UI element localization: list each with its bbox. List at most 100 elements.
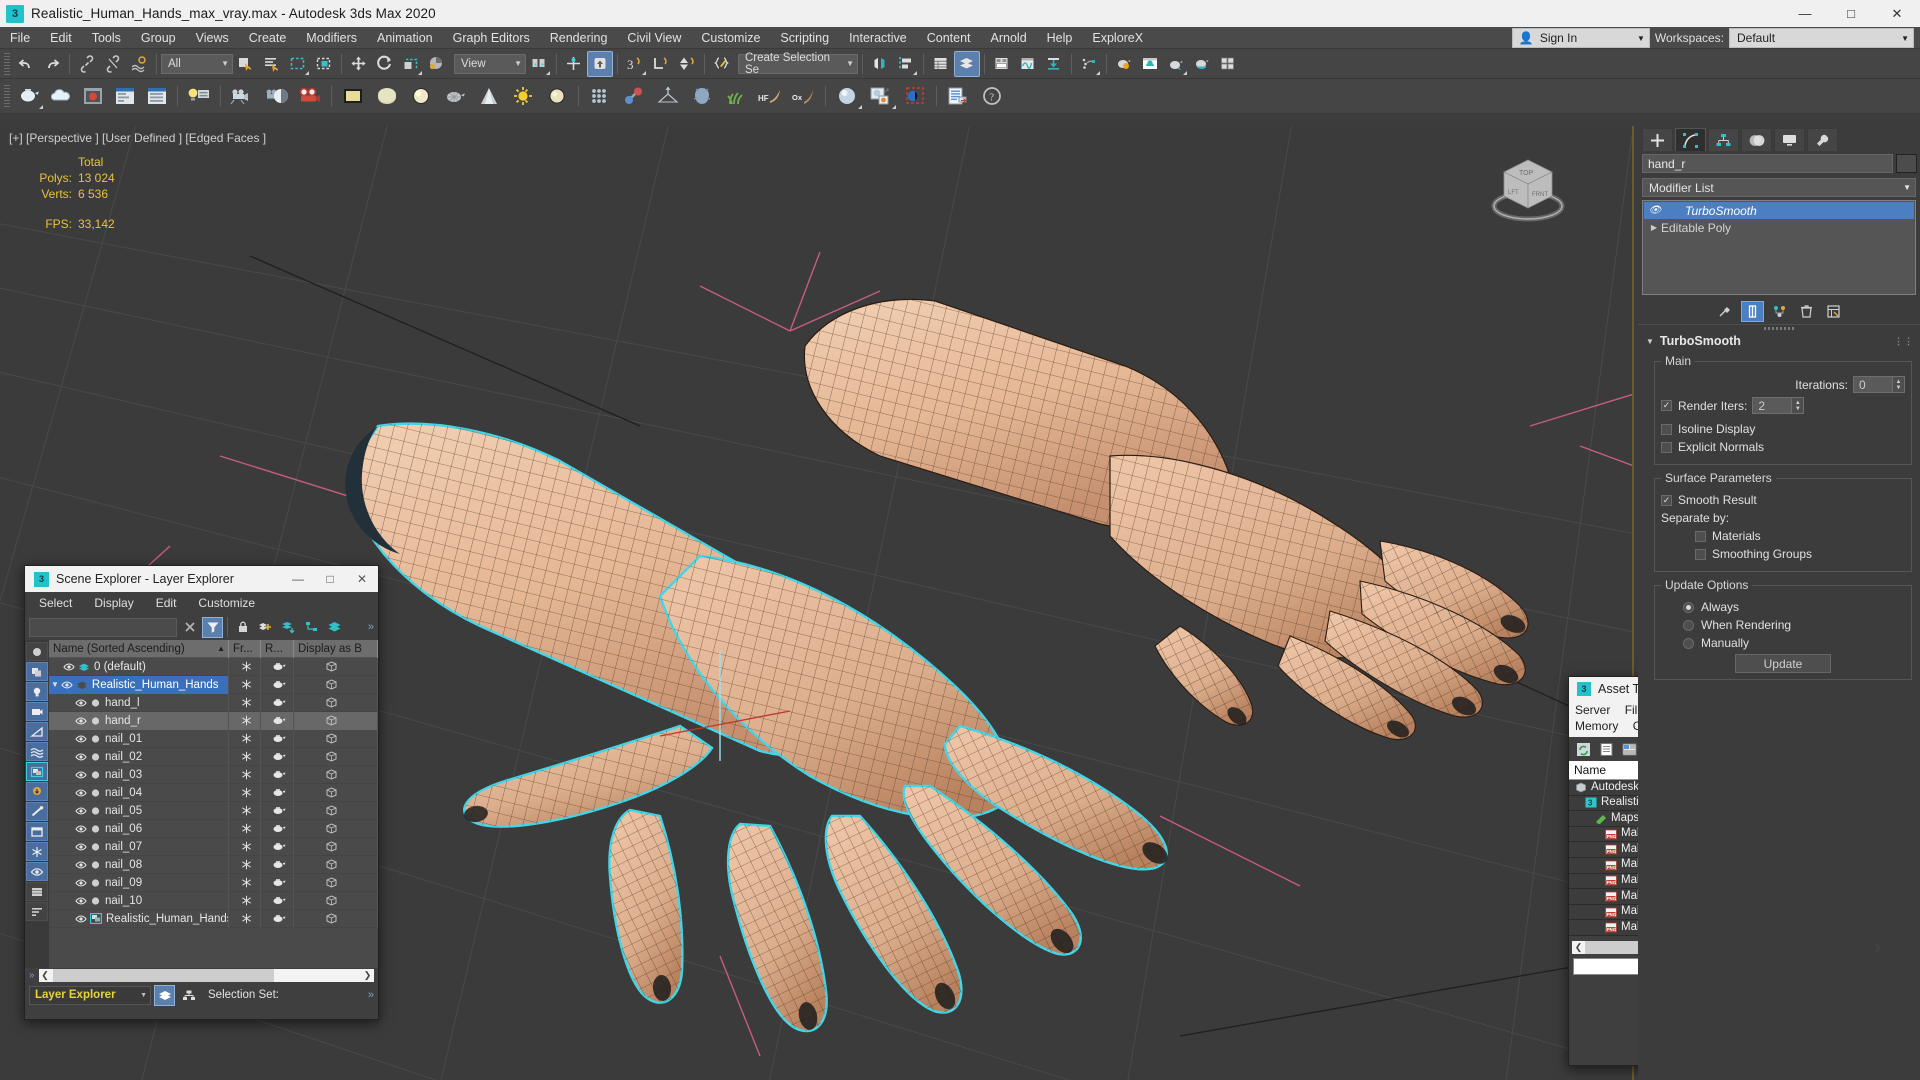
select-lights-icon[interactable]	[26, 682, 48, 701]
select-and-move-icon[interactable]	[346, 51, 372, 77]
materials-checkbox[interactable]	[1695, 530, 1706, 542]
curve-editor-icon[interactable]	[1015, 51, 1041, 77]
close-icon[interactable]: ✕	[346, 566, 378, 592]
select-space-warps-icon[interactable]	[26, 742, 48, 761]
select-geometry-icon[interactable]	[26, 662, 48, 681]
tab-hierarchy[interactable]	[1708, 128, 1739, 151]
particle-flow-icon[interactable]	[1076, 51, 1102, 77]
display-as-box-cell[interactable]	[294, 765, 378, 784]
select-to-layer-icon[interactable]	[278, 617, 299, 638]
select-and-link-icon[interactable]	[74, 51, 100, 77]
menu-views[interactable]: Views	[186, 27, 239, 49]
layers-icon[interactable]	[324, 617, 345, 638]
display-as-box-cell[interactable]	[294, 891, 378, 910]
display-as-box-cell[interactable]	[294, 711, 378, 730]
rectangular-selection-region-icon[interactable]	[285, 51, 311, 77]
select-helpers-icon[interactable]	[26, 722, 48, 741]
smooth-result-row[interactable]: ✓ Smooth Result	[1661, 493, 1905, 507]
select-cameras-icon[interactable]	[26, 702, 48, 721]
smoothing-groups-checkbox[interactable]	[1695, 548, 1706, 560]
map-teapot-icon[interactable]	[438, 81, 472, 111]
undo-icon[interactable]	[13, 51, 39, 77]
spinner-arrows-icon[interactable]: ▲ ▼	[1791, 398, 1804, 413]
render-cell[interactable]	[261, 657, 294, 676]
use-pivot-point-center-icon[interactable]	[526, 51, 552, 77]
modifier-stack-item-editable-poly[interactable]: ▶ Editable Poly	[1644, 219, 1914, 236]
freeze-cell[interactable]	[229, 783, 261, 802]
tab-modify[interactable]	[1675, 128, 1706, 151]
display-box-icon[interactable]	[26, 822, 48, 841]
eye-icon[interactable]	[63, 662, 75, 672]
vray-hair-farm-icon[interactable]: HF	[753, 81, 787, 111]
select-groups-icon[interactable]	[26, 762, 48, 781]
bind-to-space-warp-icon[interactable]	[126, 51, 152, 77]
menu-customize[interactable]: Customize	[691, 27, 770, 49]
smoothing-groups-row[interactable]: Smoothing Groups	[1661, 547, 1905, 561]
table-row[interactable]: nail_07	[49, 837, 378, 856]
minimize-icon[interactable]: —	[282, 566, 314, 592]
se-menu-edit[interactable]: Edit	[156, 596, 177, 610]
maximize-icon[interactable]: □	[314, 566, 346, 592]
render-setup-icon[interactable]	[1163, 51, 1189, 77]
skylight-icon[interactable]	[540, 81, 574, 111]
view-cube[interactable]: TOP LFT FRNT	[1482, 144, 1574, 236]
show-end-result-icon[interactable]	[1740, 301, 1764, 322]
select-xrefs-icon[interactable]	[26, 782, 48, 801]
hscroll-thumb[interactable]	[52, 969, 274, 982]
render-cell[interactable]	[261, 819, 294, 838]
table-row[interactable]: 0 (default)	[49, 657, 378, 676]
menu-scripting[interactable]: Scripting	[770, 27, 839, 49]
render-cell[interactable]	[261, 855, 294, 874]
close-icon[interactable]: ✕	[1874, 0, 1920, 27]
menu-help[interactable]: Help	[1037, 27, 1083, 49]
column-name[interactable]: Name (Sorted Ascending)	[53, 640, 217, 658]
spinner-arrows-icon[interactable]: ▲ ▼	[1892, 377, 1904, 392]
column-frozen[interactable]: Fr...	[229, 640, 261, 658]
eye-icon[interactable]	[75, 914, 87, 924]
eye-icon[interactable]	[75, 842, 87, 852]
align-icon[interactable]	[893, 51, 919, 77]
unlink-selection-icon[interactable]	[100, 51, 126, 77]
update-manually-row[interactable]: Manually	[1661, 636, 1905, 650]
eye-icon[interactable]	[75, 824, 87, 834]
vray-proxy-icon[interactable]	[685, 81, 719, 111]
freeze-cell[interactable]	[229, 693, 261, 712]
display-as-box-cell[interactable]	[294, 675, 378, 694]
hide-unhide-icon[interactable]	[26, 862, 48, 881]
freeze-icon[interactable]	[26, 842, 48, 861]
more-icon[interactable]: »	[368, 989, 374, 1001]
tree-hscrollbar[interactable]: » ❮ ❯	[25, 968, 378, 983]
toggle-layer-explorer-icon[interactable]	[954, 50, 980, 77]
table-row[interactable]: Realistic_Human_Hands	[49, 909, 378, 928]
add-layer-icon[interactable]	[255, 617, 276, 638]
menu-interactive[interactable]: Interactive	[839, 27, 917, 49]
ref-coord-system-combo[interactable]: View ▼	[454, 53, 526, 74]
menu-explorex[interactable]: ExploreX	[1082, 27, 1153, 49]
menu-group[interactable]: Group	[131, 27, 186, 49]
map-sphere-icon[interactable]	[404, 81, 438, 111]
angle-snap-toggle-icon[interactable]: 3	[622, 51, 648, 77]
render-cell[interactable]	[261, 675, 294, 694]
freeze-cell[interactable]	[229, 837, 261, 856]
mirror-icon[interactable]	[867, 51, 893, 77]
eye-icon[interactable]	[75, 860, 87, 870]
table-row[interactable]: nail_03	[49, 765, 378, 784]
menu-file[interactable]: File	[0, 27, 40, 49]
select-and-scale-icon[interactable]	[398, 51, 424, 77]
display-as-box-cell[interactable]	[294, 729, 378, 748]
eye-icon[interactable]	[75, 896, 87, 906]
scene-explorer-tree[interactable]: Name (Sorted Ascending) ▲ Fr... R... Dis…	[49, 640, 378, 968]
material-editor-panel-icon[interactable]	[77, 81, 109, 111]
make-unique-icon[interactable]	[1767, 301, 1791, 322]
se-menu-display[interactable]: Display	[94, 596, 133, 610]
table-row[interactable]: nail_01	[49, 729, 378, 748]
freeze-cell[interactable]	[229, 909, 261, 928]
map-cone-icon[interactable]	[472, 81, 506, 111]
render-production-icon[interactable]	[1189, 51, 1215, 77]
select-object-icon[interactable]	[233, 51, 259, 77]
minimize-icon[interactable]: —	[1782, 0, 1828, 27]
cloud-icon[interactable]	[45, 81, 77, 111]
freeze-cell[interactable]	[229, 765, 261, 784]
table-row[interactable]: nail_08	[49, 855, 378, 874]
vray-fur-grass-icon[interactable]	[719, 81, 753, 111]
